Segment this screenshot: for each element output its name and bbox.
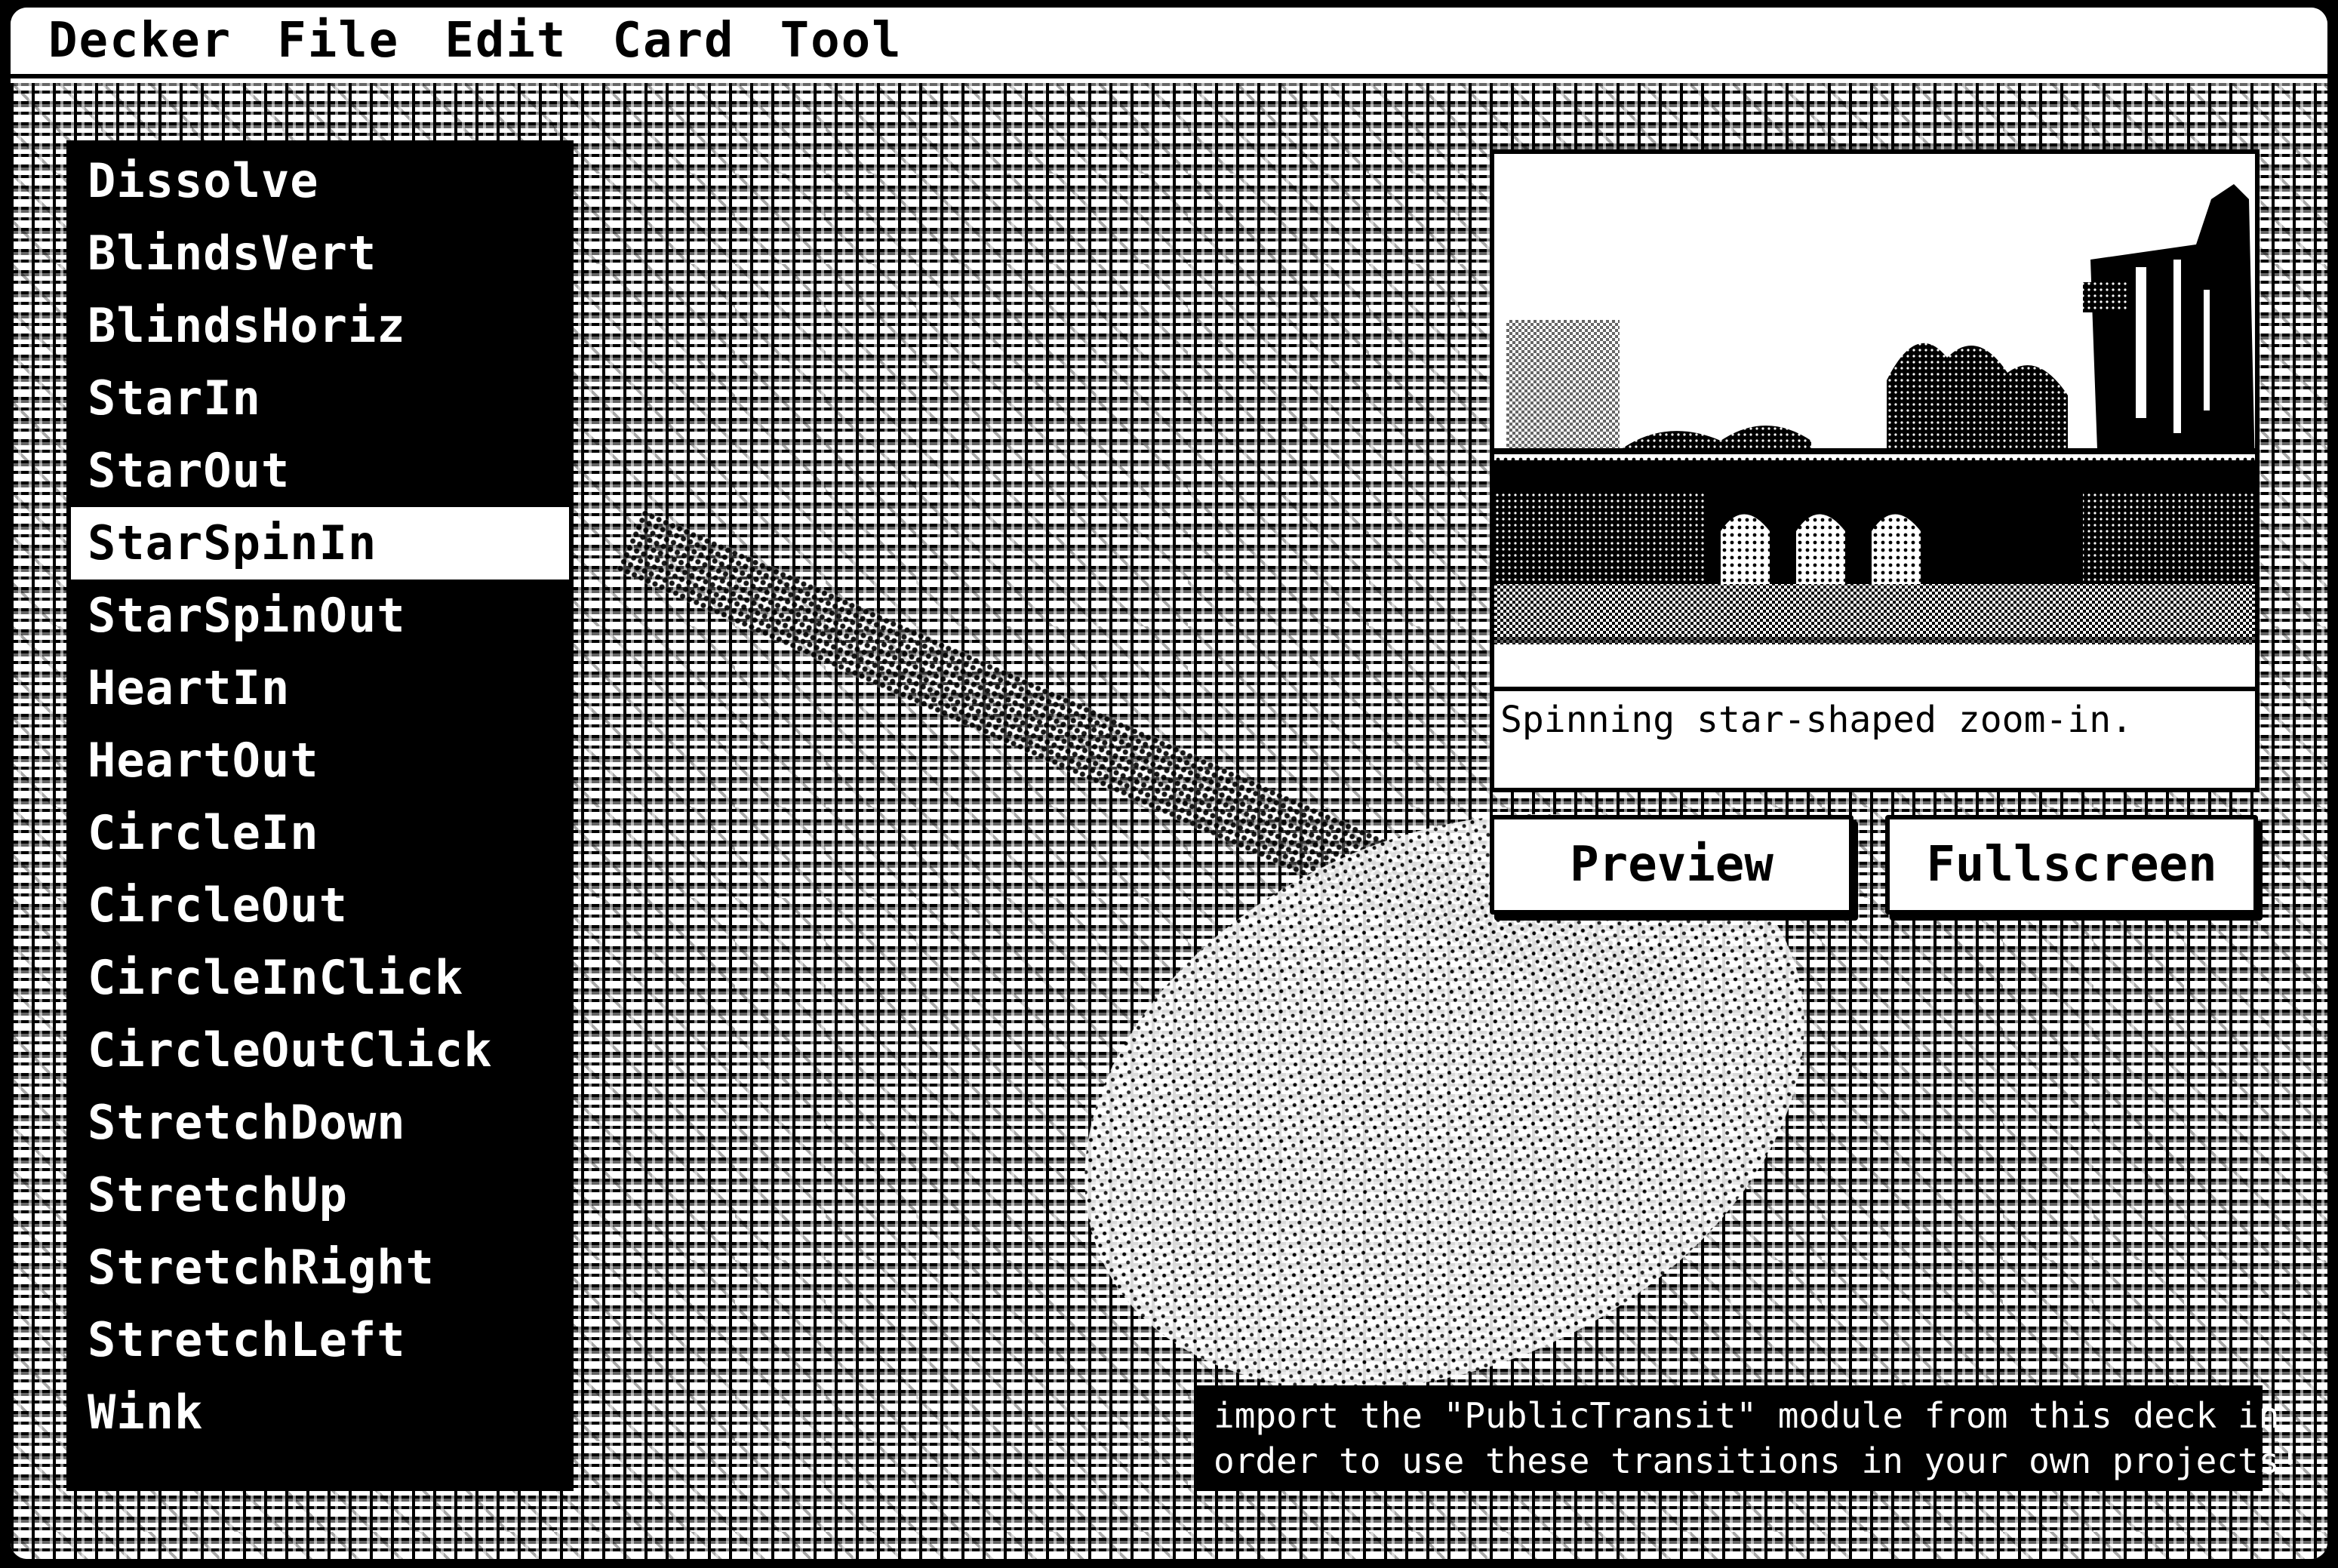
list-item-starspinin[interactable]: StarSpinIn [71,507,569,580]
info-note: import the "PublicTransit" module from t… [1197,1385,2301,1491]
list-item-starspinout[interactable]: StarSpinOut [71,580,569,652]
transition-list[interactable]: Dissolve BlindsVert BlindsHoriz StarIn S… [66,140,574,1491]
list-item-wink[interactable]: Wink [71,1376,569,1449]
list-item-blindshoriz[interactable]: BlindsHoriz [71,290,569,362]
list-item-starout[interactable]: StarOut [71,435,569,507]
description-field[interactable]: Spinning star-shaped zoom-in. [1490,687,2260,792]
list-item-circleinclick[interactable]: CircleInClick [71,942,569,1014]
list-item-stretchup[interactable]: StretchUp [71,1159,569,1231]
menu-card[interactable]: Card [612,17,734,65]
list-item-circleoutclick[interactable]: CircleOutClick [71,1014,569,1087]
list-item-blindsvert[interactable]: BlindsVert [71,217,569,290]
info-note-line-1: import the "PublicTransit" module from t… [1214,1395,2280,1436]
decker-window: Decker File Edit Card Tool Dissolve Blin… [11,8,2327,1559]
list-item-stretchdown[interactable]: StretchDown [71,1087,569,1159]
preview-button[interactable]: Preview [1490,815,1853,915]
list-item-dissolve[interactable]: Dissolve [71,145,569,217]
list-item-heartin[interactable]: HeartIn [71,652,569,724]
preview-bridge-image [1494,154,2255,688]
list-item-heartout[interactable]: HeartOut [71,724,569,797]
list-item-circlein[interactable]: CircleIn [71,797,569,869]
menu-file[interactable]: File [277,17,399,65]
list-item-stretchright[interactable]: StretchRight [71,1231,569,1304]
menu-bar: Decker File Edit Card Tool [11,8,2327,78]
list-item-stretchleft[interactable]: StretchLeft [71,1304,569,1376]
info-note-line-2: order to use these transitions in your o… [1214,1440,2301,1481]
fullscreen-button[interactable]: Fullscreen [1885,815,2258,915]
menu-decker[interactable]: Decker [48,17,232,65]
menu-edit[interactable]: Edit [445,17,567,65]
list-item-circleout[interactable]: CircleOut [71,869,569,942]
list-item-starin[interactable]: StarIn [71,362,569,435]
menu-tool[interactable]: Tool [780,17,903,65]
transition-preview-canvas [1490,149,2260,693]
